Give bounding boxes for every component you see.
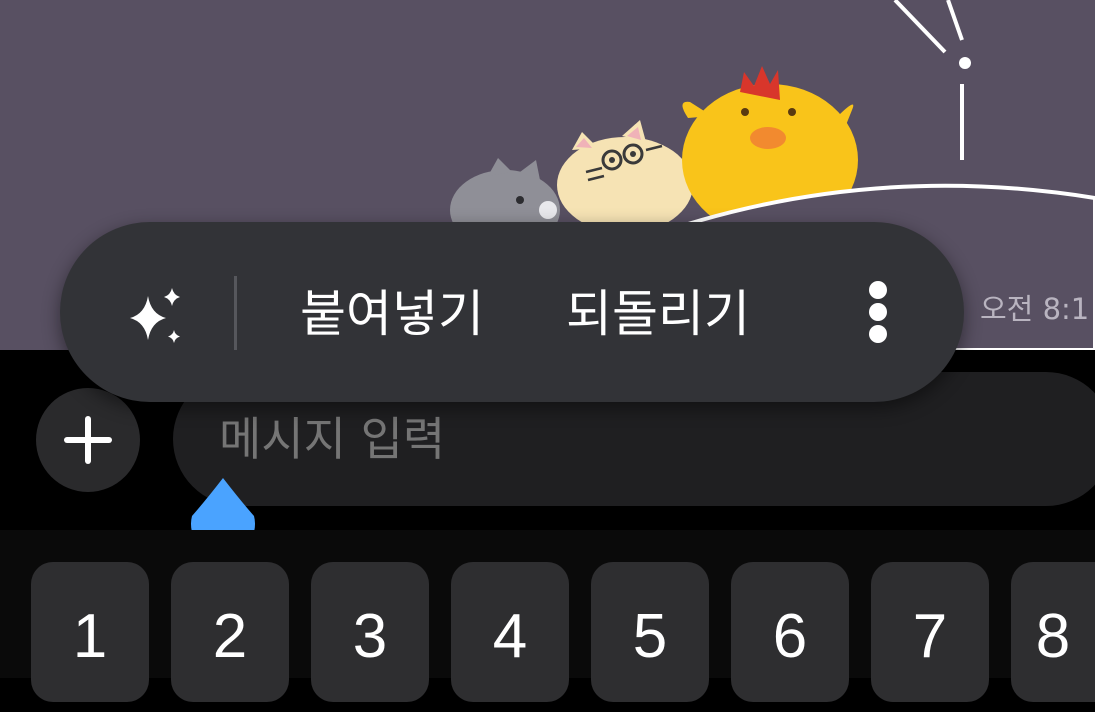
sparkles-icon	[130, 288, 180, 343]
key-5[interactable]: 5	[591, 562, 709, 702]
key-6[interactable]: 6	[731, 562, 849, 702]
key-1[interactable]: 1	[31, 562, 149, 702]
key-2[interactable]: 2	[171, 562, 289, 702]
more-vertical-icon	[869, 281, 887, 343]
key-8[interactable]: 8	[1011, 562, 1095, 702]
ai-assist-button[interactable]	[118, 280, 194, 356]
key-7[interactable]: 7	[871, 562, 989, 702]
plus-icon	[64, 416, 112, 464]
message-timestamp: 오전 8:1	[980, 292, 1090, 326]
menu-divider	[234, 276, 237, 350]
key-3[interactable]: 3	[311, 562, 429, 702]
key-4[interactable]: 4	[451, 562, 569, 702]
add-attachment-button[interactable]	[36, 388, 140, 492]
more-options-button[interactable]	[856, 278, 900, 350]
text-context-menu	[60, 222, 964, 402]
paste-button[interactable]: 붙여넣기	[300, 282, 484, 346]
undo-button[interactable]: 되돌리기	[566, 282, 750, 346]
